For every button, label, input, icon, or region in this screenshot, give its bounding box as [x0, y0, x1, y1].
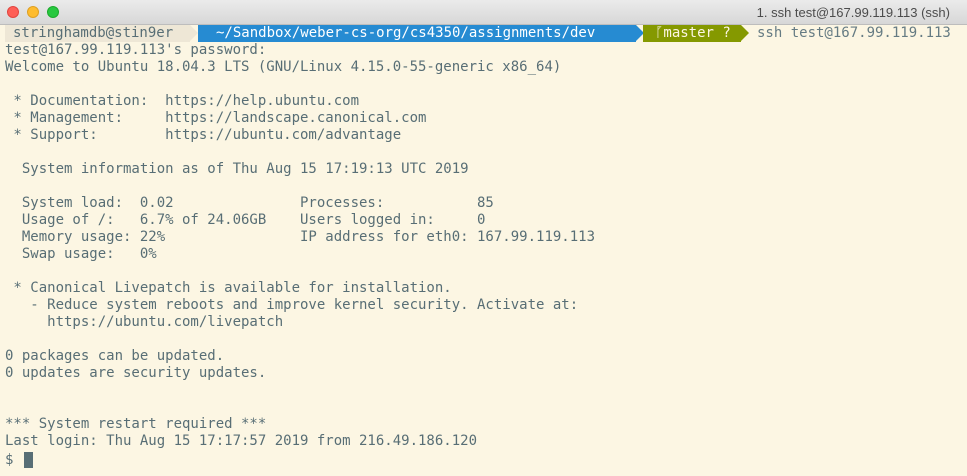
prompt-separator-arrow — [741, 25, 749, 41]
prompt-path: ~/Sandbox/weber-cs-org/cs4350/assignment… — [198, 25, 636, 42]
output-line: 0 updates are security updates. — [5, 365, 267, 381]
output-line: Swap usage: 0% — [5, 246, 157, 262]
prompt-command: ssh test@167.99.119.113 — [757, 25, 951, 41]
output-line: Welcome to Ubuntu 18.04.3 LTS (GNU/Linux… — [5, 59, 562, 75]
shell-prompt: stringhamdb@stin9er ~/Sandbox/weber-cs-o… — [5, 25, 967, 42]
output-line: test@167.99.119.113's password: — [5, 42, 267, 58]
output-line: System load: 0.02 Processes: 85 — [5, 195, 494, 211]
output-line: - Reduce system reboots and improve kern… — [5, 297, 579, 313]
output-line: *** System restart required *** — [5, 416, 267, 432]
output-line: https://ubuntu.com/livepatch — [5, 314, 284, 330]
output-line: * Support: https://ubuntu.com/advantage — [5, 127, 402, 143]
output-line: * Management: https://landscape.canonica… — [5, 110, 427, 126]
output-line: Last login: Thu Aug 15 17:17:57 2019 fro… — [5, 433, 478, 449]
text-cursor — [24, 452, 33, 468]
output-line: Memory usage: 22% IP address for eth0: 1… — [5, 229, 596, 245]
output-line: 0 packages can be updated. — [5, 348, 225, 364]
output-line: System information as of Thu Aug 15 17:1… — [5, 161, 469, 177]
output-line: * Canonical Livepatch is available for i… — [5, 280, 452, 296]
output-line: * Documentation: https://help.ubuntu.com — [5, 93, 360, 109]
maximize-window-button[interactable] — [47, 6, 59, 18]
prompt-git-branch: ᚵmaster ? — [643, 25, 741, 42]
terminal-content[interactable]: stringhamdb@stin9er ~/Sandbox/weber-cs-o… — [5, 25, 967, 476]
output-line: Usage of /: 6.7% of 24.06GB Users logged… — [5, 212, 486, 228]
title-bar[interactable]: 1. ssh test@167.99.119.113 (ssh) — [0, 0, 967, 25]
terminal-window: 1. ssh test@167.99.119.113 (ssh) stringh… — [0, 0, 967, 476]
minimize-window-button[interactable] — [27, 6, 39, 18]
prompt-separator-arrow — [190, 25, 198, 41]
close-window-button[interactable] — [7, 6, 19, 18]
prompt-user-host: stringhamdb@stin9er — [5, 25, 190, 42]
window-title: 1. ssh test@167.99.119.113 (ssh) — [756, 5, 950, 20]
shell-input-prompt: $ — [5, 452, 14, 468]
